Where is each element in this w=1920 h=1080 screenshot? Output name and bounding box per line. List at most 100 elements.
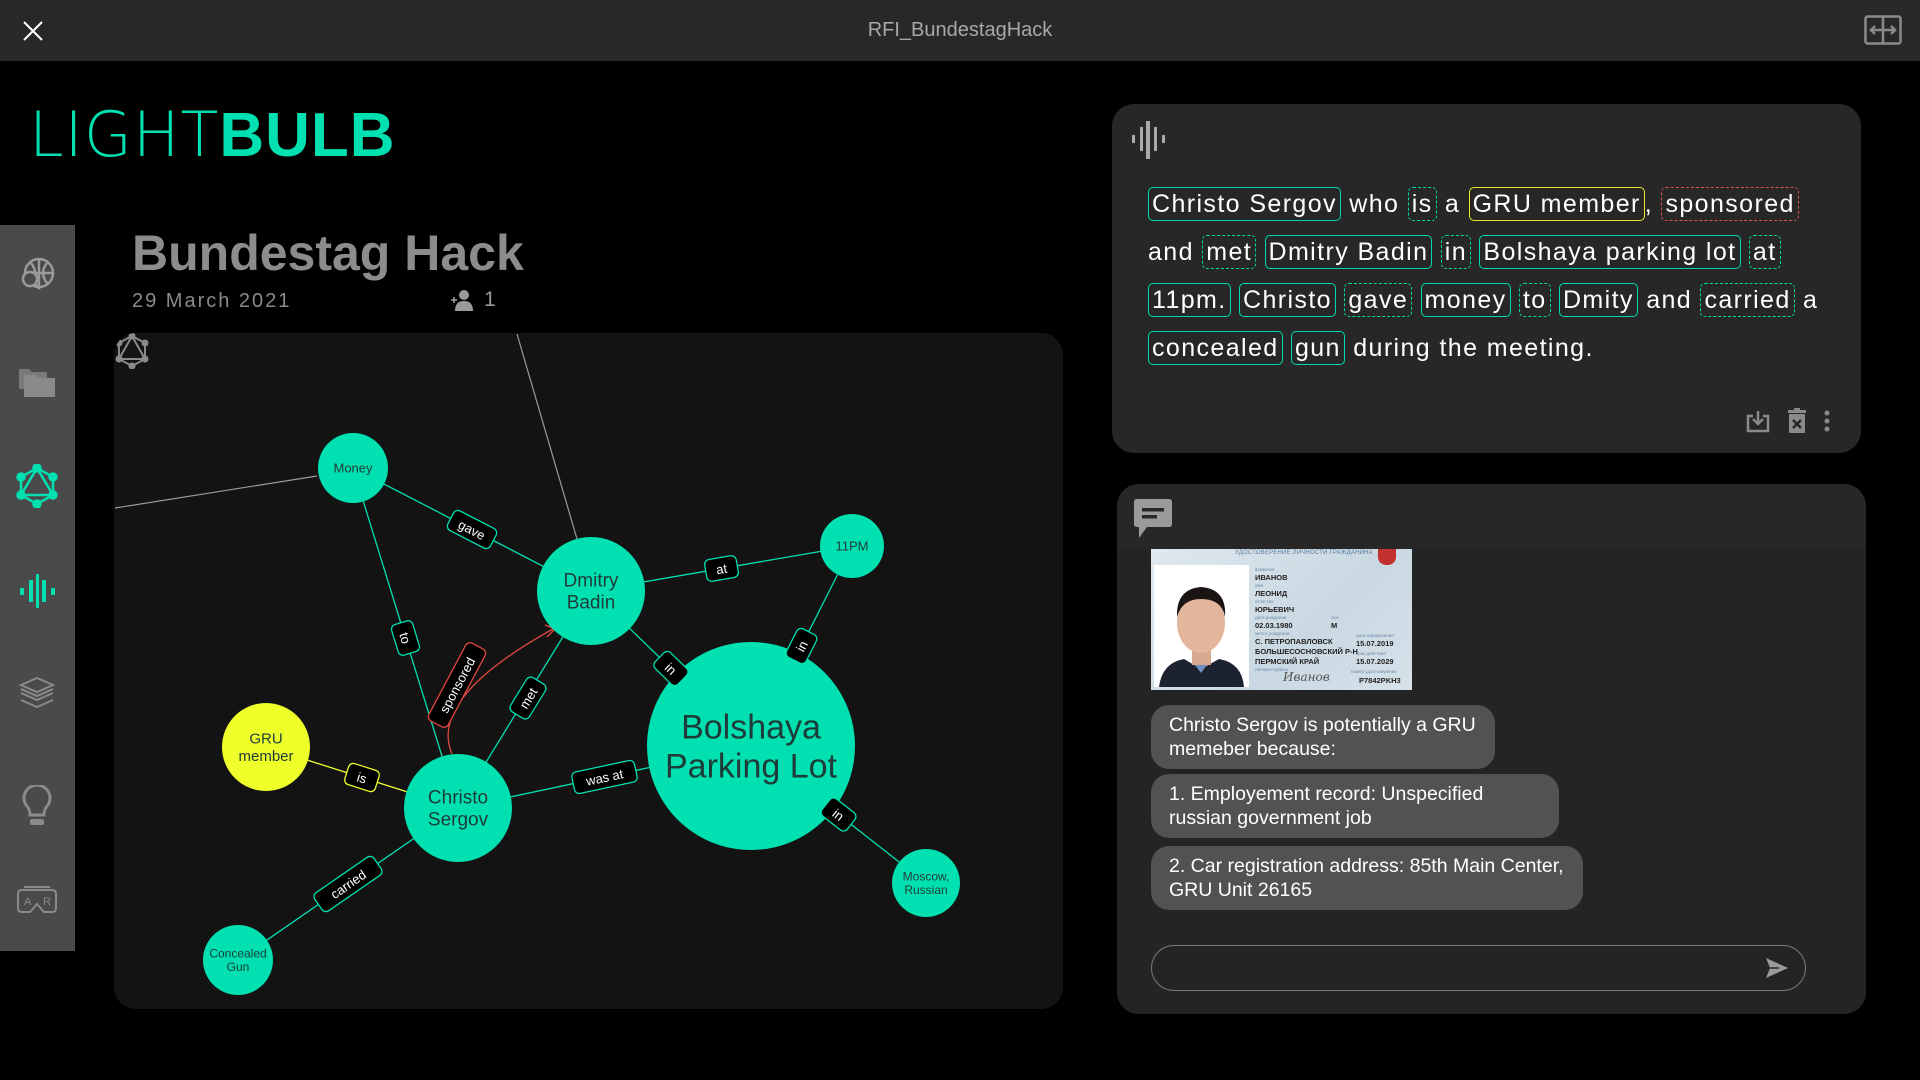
transcript-tag-entity[interactable]: Bolshaya parking lot xyxy=(1479,235,1741,269)
graph-node-label: Bolshaya Parking Lot xyxy=(665,708,838,785)
transcript-text xyxy=(1511,286,1519,314)
transcript-tag-relation[interactable]: carried xyxy=(1700,283,1795,317)
download-button[interactable] xyxy=(1745,409,1771,433)
transcript-tag-entity[interactable]: gun xyxy=(1290,331,1345,365)
transcript-text: a xyxy=(1436,190,1469,218)
transcript-text: a xyxy=(1794,286,1819,314)
graph-node-moscow[interactable]: Moscow, Russian xyxy=(892,849,960,917)
sidebar-item-insights[interactable] xyxy=(12,782,62,832)
sidebar-item-layers[interactable] xyxy=(12,668,62,718)
annotated-transcript: Christo Sergov who is a GRU member, spon… xyxy=(1148,180,1838,372)
id-expiry-label: срок действия xyxy=(1356,651,1386,656)
lightbulb-icon xyxy=(22,785,52,825)
logo-light-text: LIGHT xyxy=(29,98,220,171)
transcript-tag-flagged[interactable]: sponsored xyxy=(1661,187,1799,221)
chat-message: 1. Employement record: Unspecified russi… xyxy=(1151,774,1559,838)
more-options-button[interactable] xyxy=(1823,409,1831,433)
chat-message: 2. Car registration address: 85th Main C… xyxy=(1151,846,1583,910)
send-icon[interactable] xyxy=(1765,957,1789,979)
coat-of-arms-emblem xyxy=(1378,549,1396,565)
transcript-tag-attribute[interactable]: GRU member xyxy=(1468,187,1645,221)
transcript-tag-entity[interactable]: Christo Sergov xyxy=(1148,187,1341,221)
sidebar-item-graph[interactable] xyxy=(12,461,62,511)
id-photo xyxy=(1154,565,1249,687)
graph-node-dmitry[interactable]: Dmitry Badin xyxy=(537,537,645,645)
graph-icon xyxy=(16,464,58,508)
graph-node-11pm[interactable]: 11PM xyxy=(820,514,884,578)
id-card-image[interactable]: УДОСТОВЕРЕНИЕ ЛИЧНОСТИ ГРАЖДАНИНА фамили… xyxy=(1151,549,1412,690)
graph-edge-label[interactable]: to xyxy=(390,619,421,656)
graph-edge-label[interactable]: was at xyxy=(571,759,638,795)
transcript-actions xyxy=(1745,408,1831,433)
title-bar: RFI_BundestagHack xyxy=(0,0,1920,61)
svg-text:A: A xyxy=(24,896,32,908)
chat-input-field[interactable] xyxy=(1151,945,1806,991)
graph-edge-label[interactable]: is xyxy=(343,762,380,793)
sidebar-item-audio[interactable] xyxy=(12,566,62,616)
transcript-tag-relation[interactable]: to xyxy=(1518,283,1551,317)
graph-edge-label[interactable]: gave xyxy=(446,509,499,551)
graph-node-label: Money xyxy=(333,461,373,476)
graph-edge-label[interactable]: at xyxy=(703,555,740,582)
graph-node-christo[interactable]: Christo Sergov xyxy=(404,754,512,862)
project-title: Bundestag Hack xyxy=(132,225,524,281)
graph-edge-label[interactable]: carried xyxy=(312,854,384,913)
graph-link-offscreen xyxy=(516,333,578,540)
id-number-label: номер удостоверения xyxy=(1351,669,1397,674)
window-title: RFI_BundestagHack xyxy=(867,19,1053,41)
id-sex-label: пол xyxy=(1331,615,1339,620)
graph-node-label: Christo Sergov xyxy=(428,788,489,831)
layers-icon xyxy=(18,676,56,709)
ar-headset-icon: AR xyxy=(17,886,57,913)
id-issued: 15.07.2019 xyxy=(1356,639,1394,648)
transcript-tag-entity[interactable]: Dmitry Badin xyxy=(1264,235,1433,269)
transcript-text: and xyxy=(1148,238,1203,266)
audio-wave-icon xyxy=(1132,121,1165,159)
transcript-tag-relation[interactable]: met xyxy=(1202,235,1257,269)
chat-message-icon xyxy=(1134,499,1172,538)
transcript-tag-entity[interactable]: Christo xyxy=(1239,283,1336,317)
chat-input[interactable] xyxy=(1170,954,1730,982)
download-icon xyxy=(1746,410,1770,432)
globe-search-icon xyxy=(21,257,55,290)
delete-button[interactable] xyxy=(1787,408,1807,433)
graph-node-label: 11PM xyxy=(836,539,869,554)
knowledge-graph[interactable]: Money Dmitry Badin 11PM Bolshaya Parking Lot G… xyxy=(114,333,1063,1009)
id-number: P7842PKH3 xyxy=(1359,676,1401,685)
graph-icon[interactable] xyxy=(114,333,150,369)
id-pob-line: С. ПЕТРОПАВЛОВСК xyxy=(1255,637,1333,646)
transcript-tag-entity[interactable]: Dmity xyxy=(1558,283,1638,317)
audio-wave-icon xyxy=(20,574,55,608)
sidebar-item-files[interactable] xyxy=(12,356,62,406)
transcript-tag-entity[interactable]: 11pm. xyxy=(1148,283,1231,317)
transcript-tag-relation[interactable]: gave xyxy=(1344,283,1413,317)
transcript-text xyxy=(1231,286,1239,314)
add-person-icon xyxy=(451,290,473,311)
sidebar-item-ar[interactable]: AR xyxy=(12,875,62,925)
graph-edge-label[interactable]: sponsored xyxy=(427,641,488,729)
transcript-tag-relation[interactable]: at xyxy=(1748,235,1781,269)
collaborators-button[interactable]: 1 xyxy=(450,288,496,312)
transcript-text xyxy=(1256,238,1264,266)
transcript-tag-relation[interactable]: in xyxy=(1440,235,1472,269)
transcript-tag-entity[interactable]: concealed xyxy=(1148,331,1283,365)
graph-node-label: Dmitry Badin xyxy=(564,571,619,614)
id-issued-label: дата оформления xyxy=(1356,633,1394,638)
graph-node-money[interactable]: Money xyxy=(318,433,388,503)
id-signature: Иванов xyxy=(1283,670,1330,684)
graph-node-gun[interactable]: Concealed Gun xyxy=(203,925,273,995)
expand-width-icon[interactable] xyxy=(1864,15,1902,45)
id-dob: 02.03.1980 xyxy=(1255,621,1293,630)
transcript-text xyxy=(1432,238,1440,266)
transcript-tag-entity[interactable]: money xyxy=(1420,283,1511,317)
transcript-text xyxy=(1551,286,1559,314)
knowledge-graph-panel: Money Dmitry Badin 11PM Bolshaya Parking Lot G… xyxy=(114,333,1063,1009)
id-pob-line: ПЕРМСКИЙ КРАЙ xyxy=(1255,657,1320,666)
transcript-tag-relation[interactable]: is xyxy=(1407,187,1437,221)
sidebar-item-global-search[interactable] xyxy=(12,250,62,300)
svg-text:R: R xyxy=(43,896,51,908)
graph-edge-label[interactable]: met xyxy=(508,675,548,721)
transcript-text xyxy=(1412,286,1420,314)
graph-node-gru[interactable]: GRU member xyxy=(222,703,310,791)
logo-bold-text: BULB xyxy=(219,101,396,170)
